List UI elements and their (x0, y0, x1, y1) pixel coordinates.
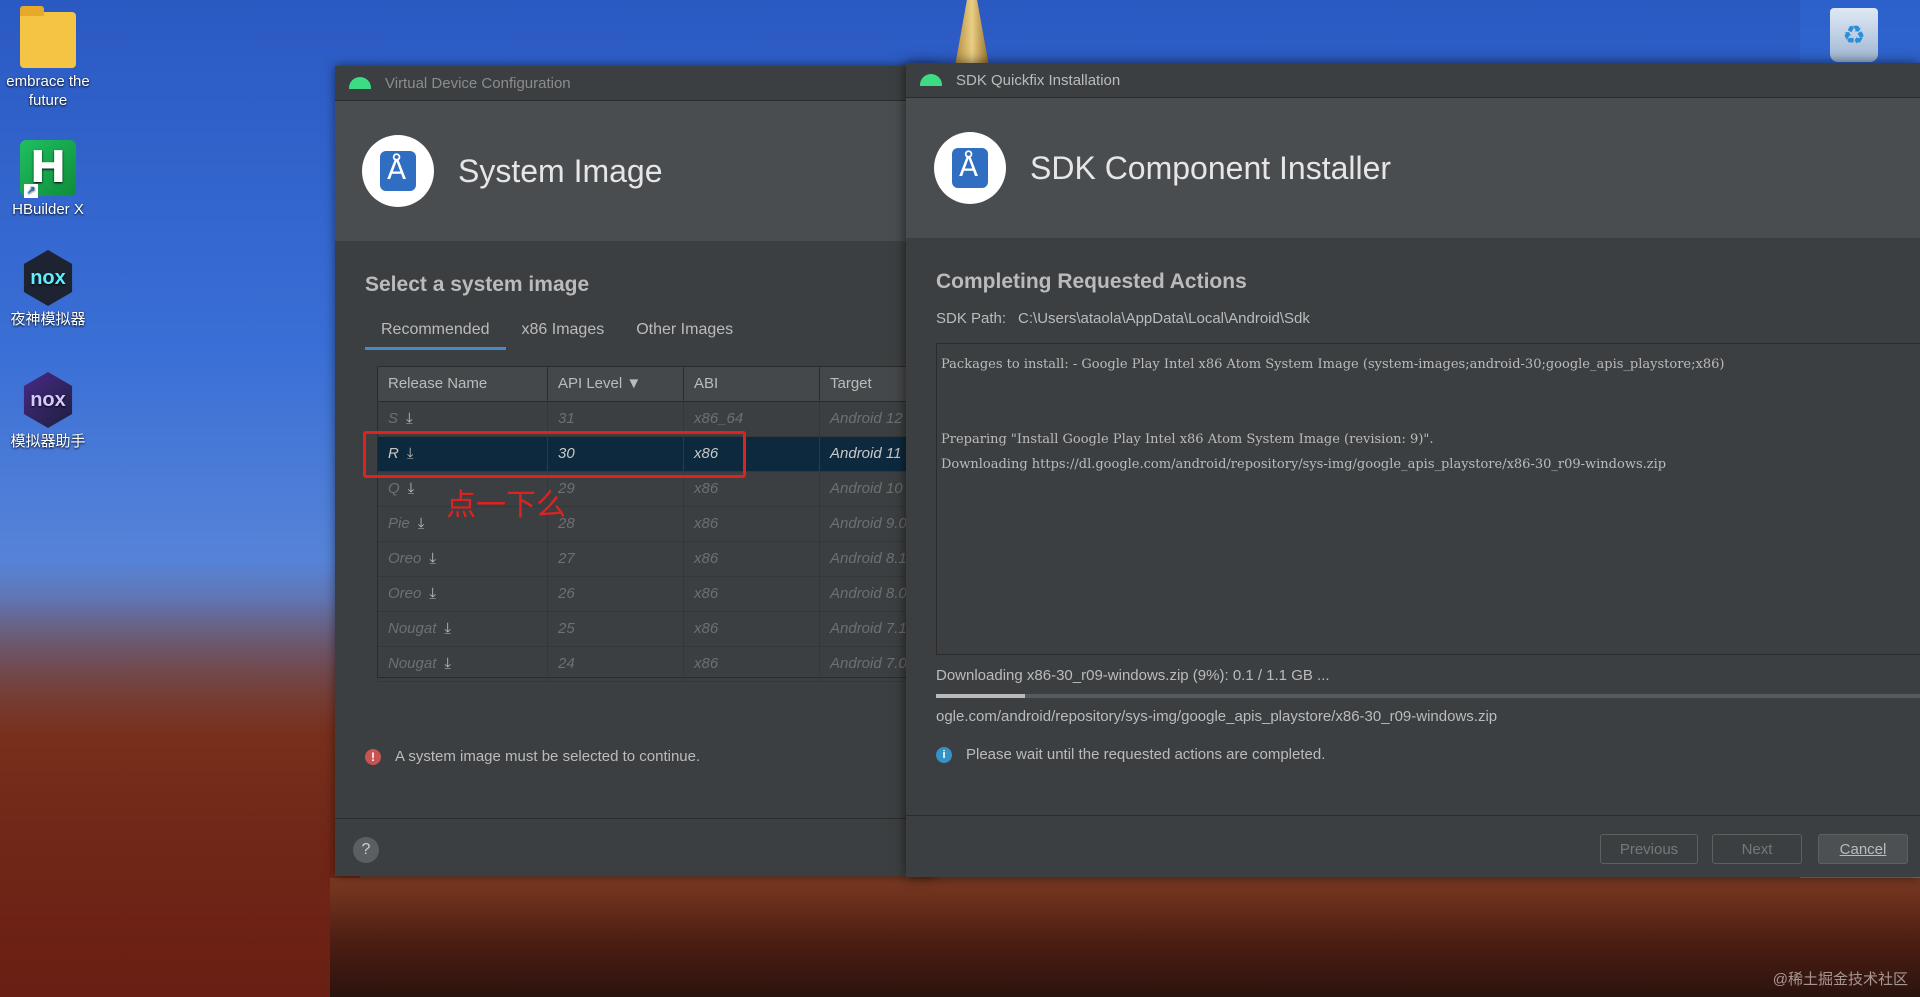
tab-x86-images[interactable]: x86 Images (506, 321, 621, 350)
api-level: 27 (548, 542, 684, 576)
android-studio-logo-icon (934, 132, 1006, 204)
download-icon[interactable]: ⤓ (418, 507, 425, 541)
sdk-banner: SDK Component Installer (906, 98, 1920, 238)
desktop-icon-nox-helper[interactable]: nox 模拟器助手 (0, 372, 96, 451)
next-button[interactable]: Next (1712, 834, 1802, 864)
download-progress-bar (936, 694, 1920, 698)
release-name: Oreo (388, 550, 422, 567)
vdc-section-title: Select a system image (365, 273, 590, 296)
download-icon[interactable]: ⤓ (444, 612, 451, 646)
tab-recommended[interactable]: Recommended (365, 321, 506, 350)
log-line: Preparing "Install Google Play Intel x86… (941, 432, 1434, 447)
android-icon (349, 77, 371, 89)
annotation-highlight-box (363, 431, 746, 478)
info-icon: i (936, 746, 952, 763)
api-level: 26 (548, 577, 684, 611)
android-studio-logo-icon (362, 135, 434, 207)
release-name: Pie (388, 515, 410, 532)
download-icon[interactable]: ⤓ (429, 577, 436, 611)
abi: x86 (684, 647, 820, 681)
table-row[interactable]: Oreo ⤓ 27 x86 Android 8.1 (378, 542, 938, 577)
cancel-button[interactable]: Cancel (1818, 834, 1908, 864)
recycle-bin-icon[interactable]: ♻ (1830, 8, 1878, 62)
desktop-icon-label: 模拟器助手 (10, 433, 86, 450)
vdc-banner-title: System Image (458, 152, 663, 189)
abi: x86 (684, 542, 820, 576)
release-name: Nougat (388, 655, 437, 672)
info-message: i Please wait until the requested action… (936, 746, 1325, 763)
sdk-footer: Previous Next Cancel (906, 815, 1920, 878)
annotation-text: 点一下么 (446, 488, 566, 523)
api-level: 24 (548, 647, 684, 681)
hbuilder-icon: H ↗ (20, 140, 76, 198)
sdk-path-value: C:\Users\ataola\AppData\Local\Android\Sd… (1018, 310, 1310, 327)
desktop-icon-nox[interactable]: nox 夜神模拟器 (0, 250, 96, 329)
desktop-icon-label: embrace the future (6, 73, 90, 109)
column-abi[interactable]: ABI (684, 367, 820, 401)
sdk-banner-title: SDK Component Installer (1030, 149, 1392, 186)
log-line: Packages to install: - Google Play Intel… (941, 357, 1725, 372)
image-tabs: Recommended x86 Images Other Images (365, 321, 935, 350)
validation-message: ! A system image must be selected to con… (365, 748, 700, 765)
download-icon[interactable]: ⤓ (444, 647, 451, 681)
download-icon[interactable]: ⤓ (429, 542, 436, 576)
release-name: Oreo (388, 585, 422, 602)
api-level: 25 (548, 612, 684, 646)
previous-button[interactable]: Previous (1600, 834, 1698, 864)
temple-spire (955, 0, 989, 66)
sdk-titlebar[interactable]: SDK Quickfix Installation (906, 63, 1920, 98)
vdc-titlebar[interactable]: Virtual Device Configuration (335, 66, 935, 101)
android-icon (920, 74, 942, 86)
desktop-icon-hbuilder[interactable]: H ↗ HBuilder X (0, 140, 96, 219)
table-row[interactable]: Nougat ⤓ 24 x86 Android 7.0 (378, 647, 938, 682)
abi: x86 (684, 577, 820, 611)
sdk-section-title: Completing Requested Actions (936, 270, 1247, 293)
vdc-window-title: Virtual Device Configuration (385, 74, 571, 92)
temple-bottom (330, 878, 1920, 997)
abi: x86 (684, 507, 820, 541)
sdk-path-label: SDK Path: (936, 310, 1007, 327)
folder-icon (20, 6, 76, 68)
tab-other-images[interactable]: Other Images (620, 321, 749, 350)
download-url: ogle.com/android/repository/sys-img/goog… (936, 708, 1498, 725)
vdc-footer: ? (335, 818, 935, 877)
table-row[interactable]: Oreo ⤓ 26 x86 Android 8.0 (378, 577, 938, 612)
download-progress-fill (936, 694, 1025, 698)
help-icon[interactable]: ? (353, 837, 379, 863)
sdk-window-title: SDK Quickfix Installation (956, 71, 1121, 89)
info-text: Please wait until the requested actions … (966, 746, 1326, 763)
release-name: Q (388, 480, 400, 497)
desktop-icon-label: 夜神模拟器 (10, 311, 86, 328)
release-name: S (388, 410, 399, 427)
table-row[interactable]: Nougat ⤓ 25 x86 Android 7.1 (378, 612, 938, 647)
api-level: 28 (548, 507, 684, 541)
table-header: Release Name API Level ▼ ABI Target (378, 367, 938, 402)
nox-icon: nox (23, 250, 73, 306)
install-log[interactable]: Packages to install: - Google Play Intel… (936, 343, 1920, 655)
vdc-banner: System Image (335, 101, 935, 241)
desktop-icon-folder[interactable]: embrace the future (0, 6, 96, 110)
column-api-level[interactable]: API Level ▼ (548, 367, 684, 401)
watermark: @稀土掘金技术社区 (1772, 971, 1908, 988)
nox-helper-icon: nox (23, 372, 73, 428)
column-release-name[interactable]: Release Name (378, 367, 548, 401)
release-name: Nougat (388, 620, 437, 637)
download-progress-text: Downloading x86-30_r09-windows.zip (9%):… (936, 667, 1330, 684)
desktop-icon-label: HBuilder X (12, 201, 84, 218)
sdk-quickfix-window: SDK Quickfix Installation SDK Component … (906, 63, 1920, 877)
log-line: Downloading https://dl.google.com/androi… (941, 457, 1667, 472)
error-text: A system image must be selected to conti… (395, 748, 701, 765)
error-icon: ! (365, 748, 381, 765)
temple-left (0, 560, 360, 997)
abi: x86 (684, 612, 820, 646)
shortcut-arrow-icon: ↗ (24, 184, 38, 198)
sdk-path-row: SDK Path: C:\Users\ataola\AppData\Local\A… (936, 310, 1920, 327)
